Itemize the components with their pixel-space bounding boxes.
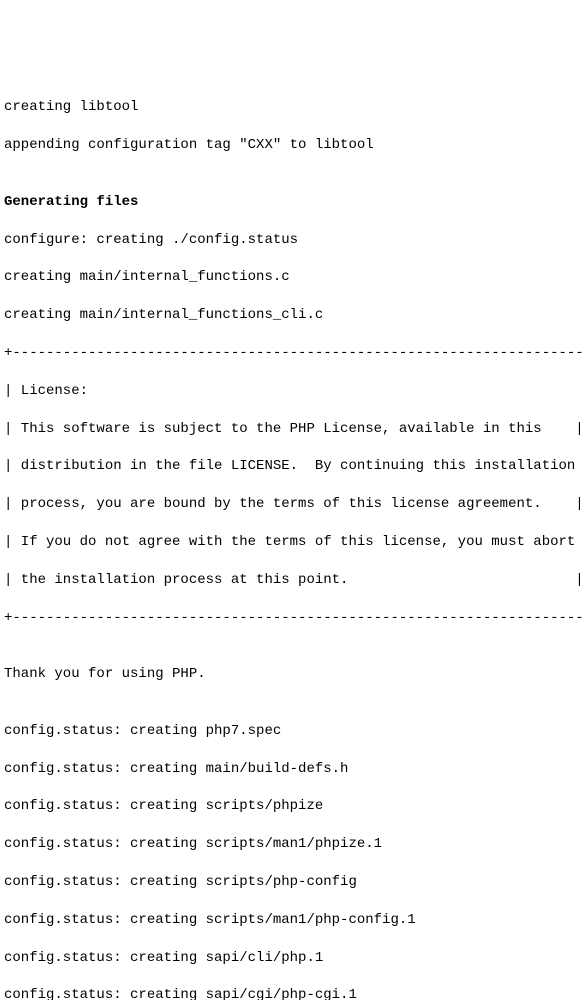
output-line: creating libtool xyxy=(4,98,578,117)
license-border: +---------------------------------------… xyxy=(4,344,578,363)
license-border: +---------------------------------------… xyxy=(4,609,578,628)
output-line: Thank you for using PHP. xyxy=(4,665,578,684)
section-heading: Generating files xyxy=(4,193,578,212)
config-status-line: config.status: creating php7.spec xyxy=(4,722,578,741)
config-status-line: config.status: creating main/build-defs.… xyxy=(4,760,578,779)
output-line: creating main/internal_functions.c xyxy=(4,268,578,287)
license-line: | distribution in the file LICENSE. By c… xyxy=(4,457,578,476)
config-status-line: config.status: creating sapi/cli/php.1 xyxy=(4,949,578,968)
license-line: | the installation process at this point… xyxy=(4,571,578,590)
license-line: | License: | xyxy=(4,382,578,401)
license-line: | If you do not agree with the terms of … xyxy=(4,533,578,552)
config-status-line: config.status: creating scripts/php-conf… xyxy=(4,873,578,892)
config-status-line: config.status: creating scripts/man1/php… xyxy=(4,911,578,930)
license-line: | This software is subject to the PHP Li… xyxy=(4,420,578,439)
output-line: configure: creating ./config.status xyxy=(4,231,578,250)
output-line: appending configuration tag "CXX" to lib… xyxy=(4,136,578,155)
config-status-line: config.status: creating scripts/man1/php… xyxy=(4,835,578,854)
terminal-output: creating libtool appending configuration… xyxy=(4,80,578,1000)
config-status-line: config.status: creating scripts/phpize xyxy=(4,797,578,816)
license-line: | process, you are bound by the terms of… xyxy=(4,495,578,514)
output-line: creating main/internal_functions_cli.c xyxy=(4,306,578,325)
config-status-line: config.status: creating sapi/cgi/php-cgi… xyxy=(4,986,578,1000)
